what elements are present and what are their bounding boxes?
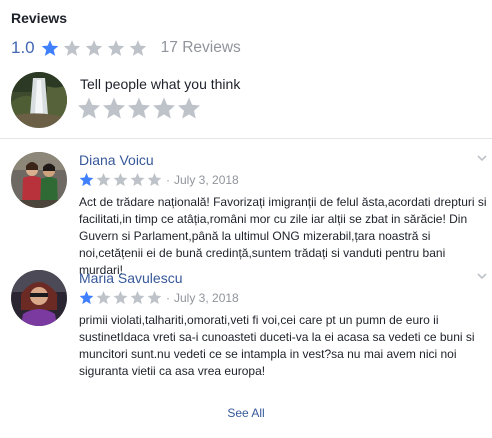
rating-input[interactable]	[77, 96, 202, 120]
star-icon	[147, 290, 162, 305]
star-icon	[63, 40, 80, 56]
star-icon	[41, 40, 58, 56]
reviewer-name[interactable]: Maria Savulescu	[79, 270, 183, 286]
star-icon[interactable]	[127, 96, 151, 120]
user-photo	[11, 152, 67, 208]
star-icon[interactable]	[177, 96, 201, 120]
star-icon	[113, 290, 128, 305]
star-icon	[96, 290, 111, 305]
star-icon	[147, 172, 162, 187]
star-icon	[85, 40, 102, 56]
compose-prompt[interactable]: Tell people what you think	[80, 76, 240, 92]
rating-summary: 1.0 17 Reviews	[11, 38, 241, 58]
star-icon	[96, 172, 111, 187]
average-stars	[41, 39, 151, 57]
star-icon	[79, 172, 94, 187]
avatar	[11, 72, 67, 128]
avatar[interactable]	[11, 152, 67, 208]
star-icon	[79, 290, 94, 305]
see-all-link[interactable]: See All	[0, 406, 492, 420]
page-title: Reviews	[11, 10, 68, 26]
divider	[0, 138, 492, 139]
star-icon	[130, 172, 145, 187]
review-text: Act de trădare națională! Favorizați imi…	[79, 195, 487, 277]
avatar[interactable]	[11, 270, 67, 326]
chevron-down-icon[interactable]	[476, 270, 488, 282]
review-date[interactable]: July 3, 2018	[174, 291, 239, 305]
star-icon	[130, 290, 145, 305]
star-icon[interactable]	[152, 96, 176, 120]
user-photo	[11, 270, 67, 326]
star-icon[interactable]	[77, 96, 101, 120]
chevron-down-icon[interactable]	[476, 152, 488, 164]
waterfall-photo	[11, 72, 67, 128]
average-rating: 1.0	[11, 38, 35, 57]
star-icon	[129, 40, 146, 56]
reviewer-name[interactable]: Diana Voicu	[79, 152, 154, 168]
review-date[interactable]: July 3, 2018	[174, 173, 239, 187]
meta-separator: ·	[166, 290, 170, 305]
review-count[interactable]: 17 Reviews	[161, 39, 241, 57]
review-rating: · July 3, 2018	[79, 172, 239, 187]
star-icon	[107, 40, 124, 56]
review-rating: · July 3, 2018	[79, 290, 239, 305]
star-icon	[113, 172, 128, 187]
review-text: primii violati,talhariti,omorati,veti fi…	[79, 313, 475, 378]
meta-separator: ·	[166, 172, 170, 187]
star-icon[interactable]	[102, 96, 126, 120]
